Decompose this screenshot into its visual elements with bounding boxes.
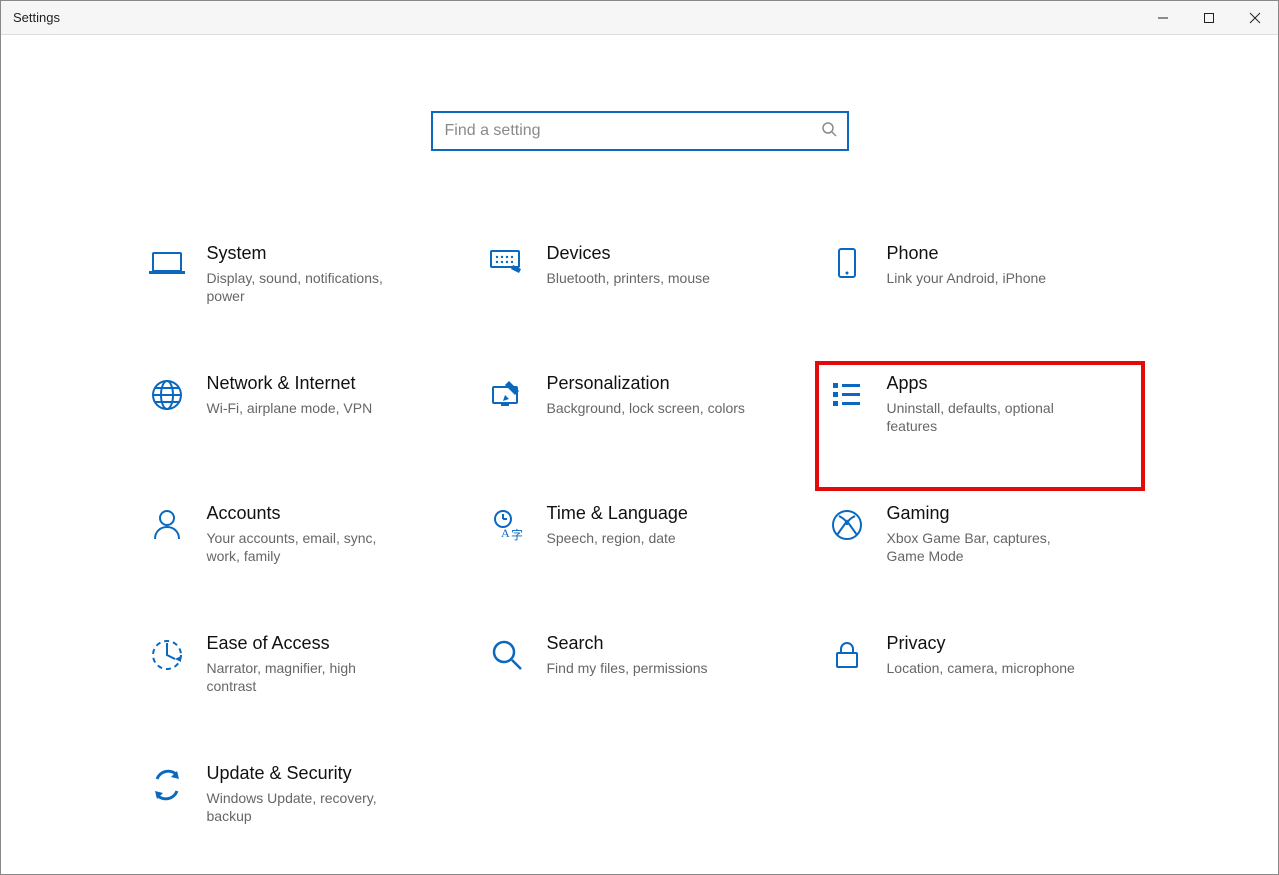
window-controls <box>1140 1 1278 35</box>
search-box[interactable] <box>431 111 849 151</box>
tile-description: Speech, region, date <box>547 529 688 548</box>
tile-description: Bluetooth, printers, mouse <box>547 269 710 288</box>
list-icon <box>825 373 869 415</box>
window-title: Settings <box>13 10 60 25</box>
titlebar: Settings <box>1 1 1278 35</box>
xbox-icon <box>825 503 869 545</box>
tile-description: Your accounts, email, sync, work, family <box>207 529 409 567</box>
minimize-button[interactable] <box>1140 1 1186 35</box>
search-input[interactable] <box>445 122 821 140</box>
tile-description: Narrator, magnifier, high contrast <box>207 659 409 697</box>
tile-time[interactable]: Time & Language Speech, region, date <box>475 491 805 621</box>
tile-description: Wi-Fi, airplane mode, VPN <box>207 399 373 418</box>
phone-icon <box>825 243 869 285</box>
search-icon <box>821 121 837 142</box>
tile-title: Gaming <box>887 503 1089 525</box>
tile-title: Ease of Access <box>207 633 409 655</box>
tile-title: Phone <box>887 243 1047 265</box>
tile-description: Find my files, permissions <box>547 659 708 678</box>
keyboard-icon <box>485 243 529 285</box>
tile-accounts[interactable]: Accounts Your accounts, email, sync, work… <box>135 491 465 621</box>
maximize-button[interactable] <box>1186 1 1232 35</box>
pen-monitor-icon <box>485 373 529 415</box>
tile-system[interactable]: System Display, sound, notifications, pow… <box>135 231 465 361</box>
tile-description: Link your Android, iPhone <box>887 269 1047 288</box>
tile-title: Network & Internet <box>207 373 373 395</box>
tile-description: Display, sound, notifications, power <box>207 269 409 307</box>
tile-title: Apps <box>887 373 1089 395</box>
tile-privacy[interactable]: Privacy Location, camera, microphone <box>815 621 1145 751</box>
tile-personalization[interactable]: Personalization Background, lock screen, … <box>475 361 805 491</box>
globe-icon <box>145 373 189 415</box>
magnifier-icon <box>485 633 529 675</box>
tile-description: Location, camera, microphone <box>887 659 1075 678</box>
tile-title: Accounts <box>207 503 409 525</box>
content-area: System Display, sound, notifications, pow… <box>1 35 1278 874</box>
person-icon <box>145 503 189 545</box>
tile-title: Personalization <box>547 373 745 395</box>
settings-tiles-grid: System Display, sound, notifications, pow… <box>1 151 1278 874</box>
tile-description: Background, lock screen, colors <box>547 399 745 418</box>
tile-title: Time & Language <box>547 503 688 525</box>
time-language-icon <box>485 503 529 545</box>
tile-description: Uninstall, defaults, optional features <box>887 399 1089 437</box>
close-button[interactable] <box>1232 1 1278 35</box>
tile-network[interactable]: Network & Internet Wi-Fi, airplane mode, … <box>135 361 465 491</box>
laptop-icon <box>145 243 189 285</box>
tile-description: Windows Update, recovery, backup <box>207 789 409 827</box>
tile-title: Devices <box>547 243 710 265</box>
tile-phone[interactable]: Phone Link your Android, iPhone <box>815 231 1145 361</box>
tile-search[interactable]: Search Find my files, permissions <box>475 621 805 751</box>
tile-update[interactable]: Update & Security Windows Update, recover… <box>135 751 465 874</box>
tile-title: Search <box>547 633 708 655</box>
ease-access-icon <box>145 633 189 675</box>
tile-title: System <box>207 243 409 265</box>
tile-ease[interactable]: Ease of Access Narrator, magnifier, high … <box>135 621 465 751</box>
tile-description: Xbox Game Bar, captures, Game Mode <box>887 529 1089 567</box>
tile-title: Update & Security <box>207 763 409 785</box>
tile-apps[interactable]: Apps Uninstall, defaults, optional featur… <box>815 361 1145 491</box>
lock-icon <box>825 633 869 675</box>
tile-devices[interactable]: Devices Bluetooth, printers, mouse <box>475 231 805 361</box>
tile-title: Privacy <box>887 633 1075 655</box>
tile-gaming[interactable]: Gaming Xbox Game Bar, captures, Game Mode <box>815 491 1145 621</box>
sync-icon <box>145 763 189 805</box>
